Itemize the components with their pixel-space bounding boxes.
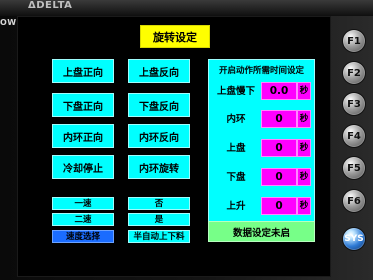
input-rise[interactable]: 0 [261, 197, 297, 215]
toggle-speed-1[interactable]: 一速 [52, 197, 114, 210]
label-upper-slow-down: 上盘慢下 [216, 85, 255, 97]
unit-upper: 秒 [297, 139, 311, 157]
label-rise: 上升 [226, 200, 246, 212]
button-cooling-stop[interactable]: 冷却停止 [52, 155, 114, 179]
semi-auto-load-unload[interactable]: 半自动上下料 [128, 230, 190, 243]
button-upper-forward[interactable]: 上盘正向 [52, 59, 114, 83]
speed-select[interactable]: 速度选择 [52, 230, 114, 243]
hmi-root: ΔDELTA OWER 旋转设定 上盘正向 上盘反向 下盘正向 下盘反向 内环正… [0, 0, 373, 280]
brand-logo: ΔDELTA [28, 0, 73, 11]
unit-upper-slow-down: 秒 [297, 82, 311, 100]
button-lower-reverse[interactable]: 下盘反向 [128, 93, 190, 117]
screen: 旋转设定 上盘正向 上盘反向 下盘正向 下盘反向 内环正向 内环反向 冷却停止 … [17, 16, 331, 277]
toggle-no[interactable]: 否 [128, 197, 190, 210]
button-upper-reverse[interactable]: 上盘反向 [128, 59, 190, 83]
unit-inner-ring: 秒 [297, 110, 311, 128]
label-upper: 上盘 [226, 142, 246, 154]
button-inner-forward[interactable]: 内环正向 [52, 124, 114, 148]
label-lower: 下盘 [226, 171, 246, 183]
data-setting-note: 数据设定未启 [208, 221, 315, 242]
input-upper[interactable]: 0 [261, 139, 297, 157]
panel-header: 开启动作所需时间设定 [218, 66, 304, 76]
time-settings-panel: 开启动作所需时间设定 上盘慢下 0.0 秒 内环 0 秒 上盘 0 秒 下盘 0… [208, 59, 315, 225]
button-inner-rotate[interactable]: 内环旋转 [128, 155, 190, 179]
page-title: 旋转设定 [140, 25, 210, 48]
toggle-yes[interactable]: 是 [128, 213, 190, 226]
toggle-speed-2[interactable]: 二速 [52, 213, 114, 226]
button-lower-forward[interactable]: 下盘正向 [52, 93, 114, 117]
sys-key[interactable]: SYS [343, 228, 365, 250]
f5-key[interactable]: F5 [343, 157, 365, 179]
f2-key[interactable]: F2 [343, 62, 365, 84]
unit-rise: 秒 [297, 197, 311, 215]
input-lower[interactable]: 0 [261, 168, 297, 186]
f1-key[interactable]: F1 [343, 30, 365, 52]
f6-key[interactable]: F6 [343, 190, 365, 212]
label-inner-ring: 内环 [226, 113, 246, 125]
unit-lower: 秒 [297, 168, 311, 186]
f3-key[interactable]: F3 [343, 93, 365, 115]
button-inner-reverse[interactable]: 内环反向 [128, 124, 190, 148]
input-inner-ring[interactable]: 0 [261, 110, 297, 128]
f4-key[interactable]: F4 [343, 125, 365, 147]
input-upper-slow-down[interactable]: 0.0 [261, 82, 297, 100]
